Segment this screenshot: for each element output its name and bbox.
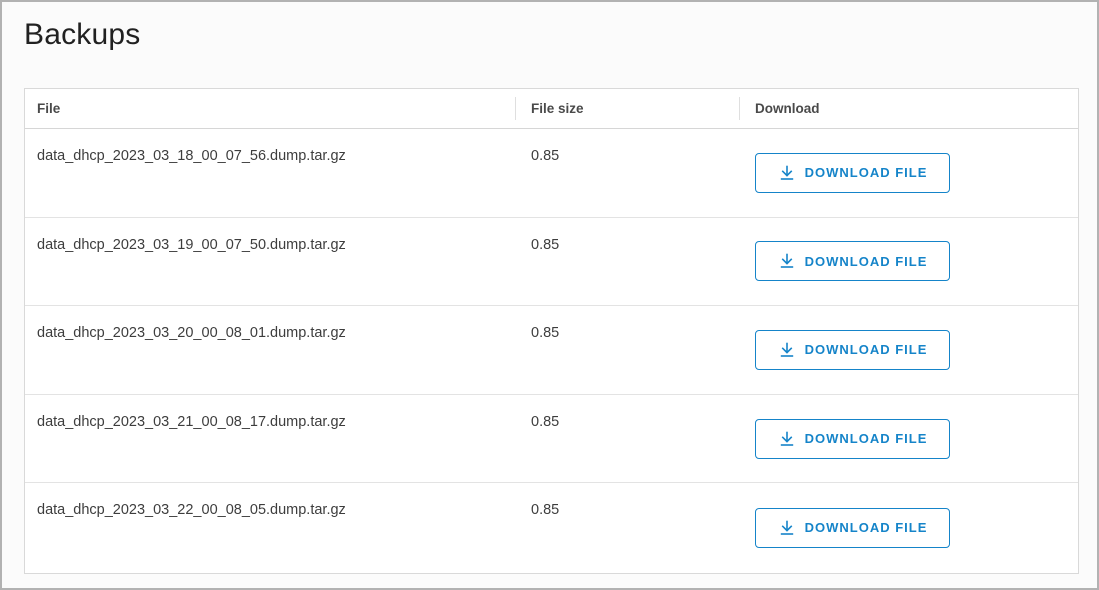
- download-file-button[interactable]: DOWNLOAD FILE: [755, 508, 950, 548]
- page-title: Backups: [24, 18, 140, 52]
- download-icon: [778, 252, 796, 270]
- file-size-cell: 0.85: [515, 129, 739, 217]
- table-header-row: File File size Download: [25, 89, 1078, 129]
- download-button-label: DOWNLOAD FILE: [805, 165, 928, 180]
- download-file-button[interactable]: DOWNLOAD FILE: [755, 330, 950, 370]
- file-size-cell: 0.85: [515, 483, 739, 572]
- download-button-label: DOWNLOAD FILE: [805, 431, 928, 446]
- file-name-cell: data_dhcp_2023_03_18_00_07_56.dump.tar.g…: [25, 129, 515, 217]
- download-cell: DOWNLOAD FILE: [739, 395, 1078, 483]
- download-button-label: DOWNLOAD FILE: [805, 254, 928, 269]
- table-row: data_dhcp_2023_03_21_00_08_17.dump.tar.g…: [25, 395, 1078, 484]
- download-file-button[interactable]: DOWNLOAD FILE: [755, 241, 950, 281]
- backups-page: Backups File File size Download data_dhc…: [0, 0, 1099, 590]
- download-icon: [778, 341, 796, 359]
- backups-table: File File size Download data_dhcp_2023_0…: [24, 88, 1079, 574]
- download-cell: DOWNLOAD FILE: [739, 129, 1078, 217]
- download-cell: DOWNLOAD FILE: [739, 483, 1078, 572]
- download-icon: [778, 519, 796, 537]
- download-cell: DOWNLOAD FILE: [739, 306, 1078, 394]
- column-header-file-size: File size: [515, 89, 739, 128]
- file-name-cell: data_dhcp_2023_03_19_00_07_50.dump.tar.g…: [25, 218, 515, 306]
- file-name-cell: data_dhcp_2023_03_21_00_08_17.dump.tar.g…: [25, 395, 515, 483]
- table-row: data_dhcp_2023_03_22_00_08_05.dump.tar.g…: [25, 483, 1078, 572]
- file-size-cell: 0.85: [515, 218, 739, 306]
- file-size-cell: 0.85: [515, 306, 739, 394]
- file-name-cell: data_dhcp_2023_03_22_00_08_05.dump.tar.g…: [25, 483, 515, 572]
- table-row: data_dhcp_2023_03_20_00_08_01.dump.tar.g…: [25, 306, 1078, 395]
- file-name-cell: data_dhcp_2023_03_20_00_08_01.dump.tar.g…: [25, 306, 515, 394]
- download-icon: [778, 430, 796, 448]
- download-icon: [778, 164, 796, 182]
- download-file-button[interactable]: DOWNLOAD FILE: [755, 153, 950, 193]
- download-cell: DOWNLOAD FILE: [739, 218, 1078, 306]
- table-row: data_dhcp_2023_03_19_00_07_50.dump.tar.g…: [25, 218, 1078, 307]
- download-button-label: DOWNLOAD FILE: [805, 520, 928, 535]
- column-header-file: File: [25, 89, 515, 128]
- column-header-download: Download: [739, 89, 1078, 128]
- file-size-cell: 0.85: [515, 395, 739, 483]
- table-row: data_dhcp_2023_03_18_00_07_56.dump.tar.g…: [25, 129, 1078, 218]
- download-file-button[interactable]: DOWNLOAD FILE: [755, 419, 950, 459]
- download-button-label: DOWNLOAD FILE: [805, 342, 928, 357]
